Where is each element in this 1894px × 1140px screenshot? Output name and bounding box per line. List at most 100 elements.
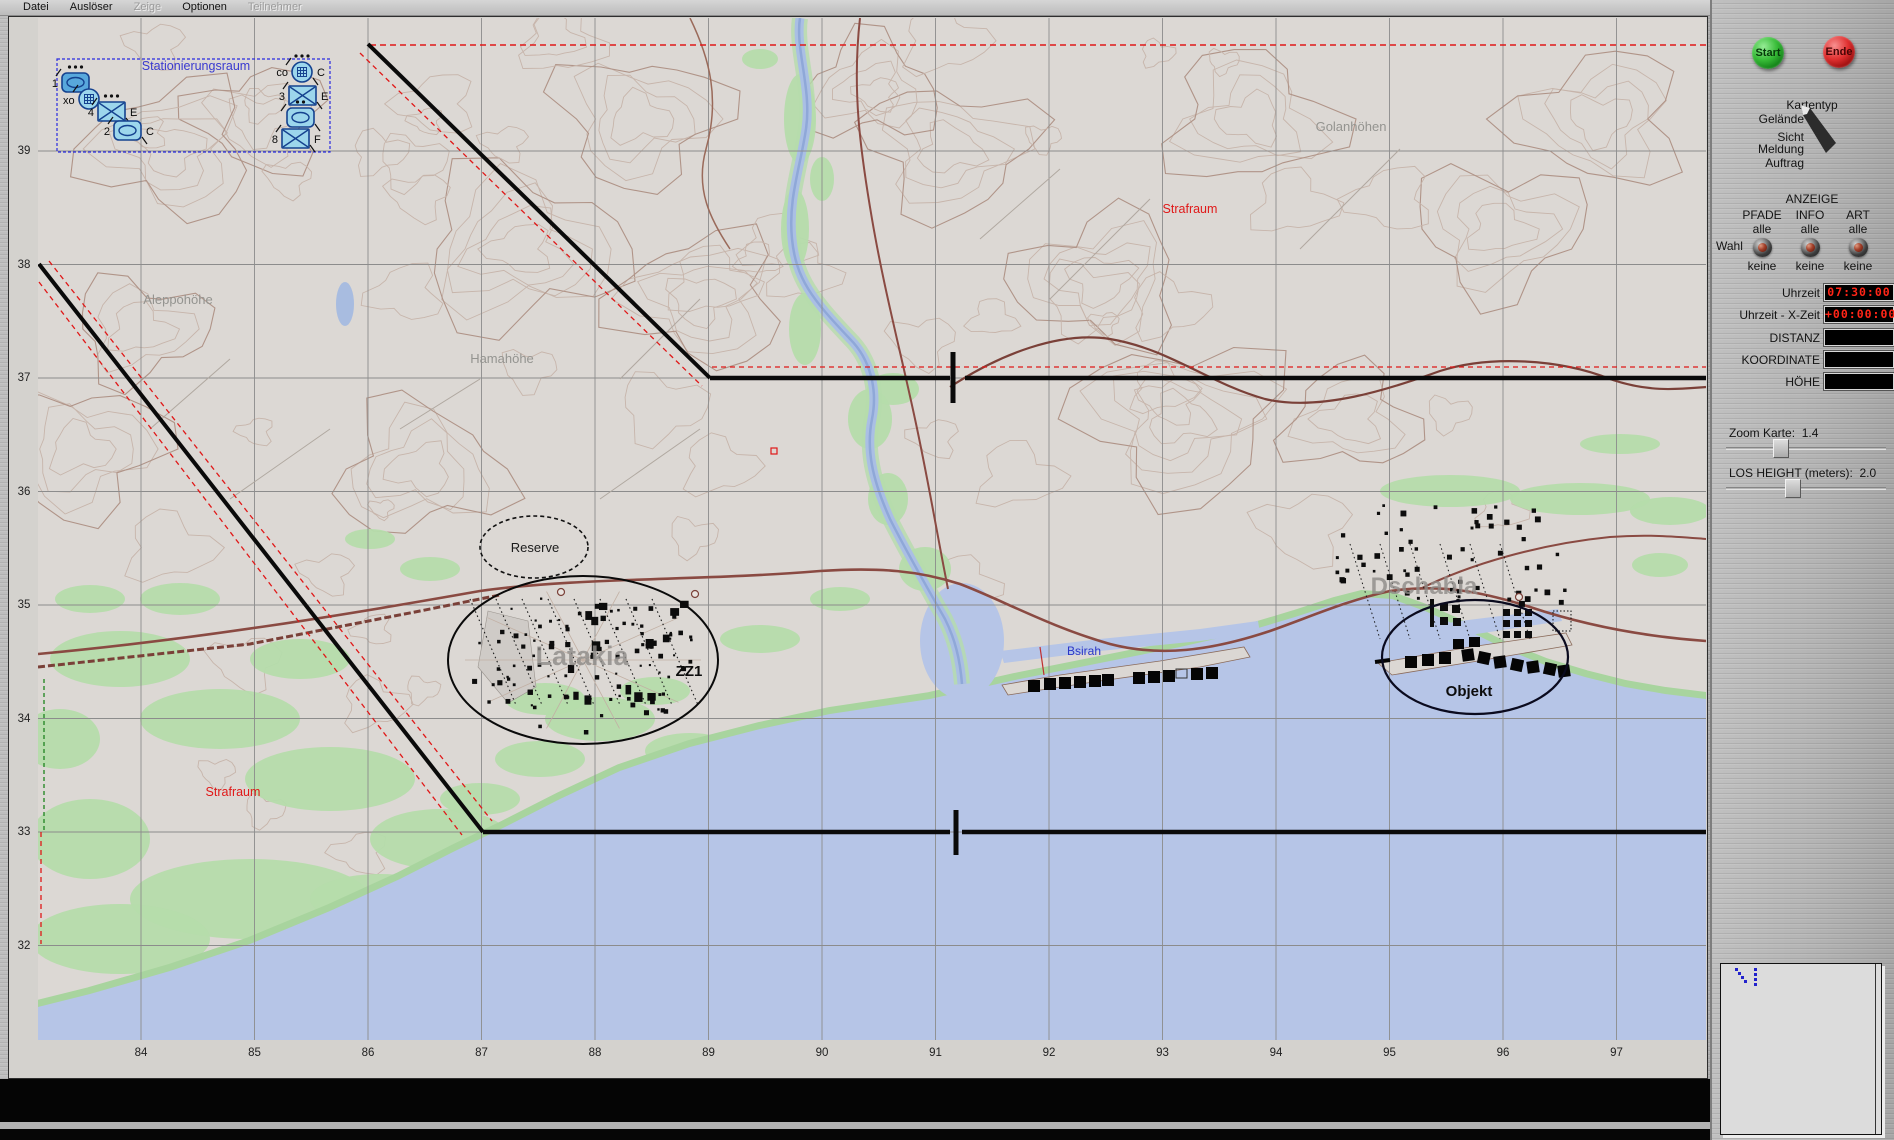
x-axis: 84 85 86 87 88 89 90 91 92 93 94 95 96 97 <box>9 1040 1707 1078</box>
minimap-unit-dot <box>1738 972 1741 975</box>
distanz-label: DISTANZ <box>1769 331 1820 345</box>
hamahoehe-label: Hamahöhe <box>470 351 534 366</box>
kartentyp-option-gelaende[interactable]: Gelände <box>1714 112 1804 126</box>
svg-text:3: 3 <box>279 91 285 103</box>
x-axis-label: 90 <box>815 1047 829 1059</box>
svg-text:co: co <box>276 67 288 79</box>
info-keine-label: keine <box>1795 259 1825 273</box>
aleppohoehe-label: Aleppohöhe <box>143 292 212 307</box>
objekt-label: Objekt <box>1446 683 1493 700</box>
x-axis-label: 86 <box>361 1047 375 1059</box>
pen-cursor-icon <box>1801 105 1836 153</box>
info-knob[interactable] <box>1800 238 1820 257</box>
x-axis-label: 95 <box>1383 1047 1396 1059</box>
reserve-label: Reserve <box>511 540 559 555</box>
bsirah-label: Bsirah <box>1067 644 1101 658</box>
x-axis-label: 94 <box>1269 1047 1283 1059</box>
minimap-unit-dot <box>1741 976 1744 979</box>
anzeige-title: ANZEIGE <box>1785 192 1839 206</box>
golanhoehen-label: Golanhöhen <box>1316 119 1387 134</box>
bottom-edge-bar <box>0 1129 1894 1140</box>
x-axis-label: 84 <box>134 1047 148 1059</box>
svg-text:8: 8 <box>272 134 278 146</box>
y-axis-label: 38 <box>17 258 31 271</box>
overview-minimap[interactable] <box>1720 963 1882 1135</box>
map-panel: 39 38 37 36 35 34 33 32 84 85 86 87 88 89 90 91 92 93 94 9… <box>0 2 1710 1079</box>
koordinate-label: KOORDINATE <box>1741 353 1820 367</box>
stationierungsraum-label: Stationierungsraum <box>142 59 250 73</box>
x-axis-label: 96 <box>1496 1047 1510 1059</box>
info-header: INFO <box>1795 208 1825 222</box>
art-keine-label: keine <box>1843 259 1873 273</box>
start-button[interactable]: Start <box>1752 37 1784 69</box>
hoehe-display <box>1823 372 1894 391</box>
kartentyp-option-auftrag[interactable]: Auftrag <box>1714 156 1804 170</box>
los-height-label: LOS HEIGHT (meters): 2.0 <box>1729 466 1877 480</box>
minimap-unit-dot <box>1754 978 1757 981</box>
xzeit-display: +00:00:00 <box>1823 305 1894 324</box>
menu-ausloeser[interactable]: Auslöser <box>61 0 122 15</box>
y-axis-label: 35 <box>17 599 31 611</box>
x-axis-label: 89 <box>702 1047 715 1059</box>
svg-text:4: 4 <box>88 107 94 119</box>
x-axis-label: 87 <box>475 1047 488 1059</box>
svg-text:E: E <box>321 91 328 103</box>
zoom-karte-slider[interactable] <box>1726 439 1886 458</box>
minimap-divider <box>1875 964 1876 1134</box>
pfade-knob[interactable] <box>1752 238 1772 257</box>
los-height-slider[interactable] <box>1726 479 1886 498</box>
minimap-unit-dot <box>1754 973 1757 976</box>
dschabla-label: Dschabla <box>1371 573 1478 600</box>
minimap-unit-dot <box>1735 968 1738 971</box>
y-axis: 39 38 37 36 35 34 33 32 <box>9 17 38 1078</box>
pfade-alle-label: alle <box>1752 222 1772 236</box>
control-panel: Start Ende Kartentyp Gelände Sicht Meldu… <box>1710 0 1894 1140</box>
x-axis-label: 91 <box>929 1047 942 1059</box>
los-height-handle[interactable] <box>1784 479 1801 498</box>
latakia-label: Latakia <box>535 641 629 671</box>
strafraum-top-label: Strafraum <box>1163 202 1218 216</box>
x-axis-label: 85 <box>248 1047 261 1059</box>
x-axis-label: 88 <box>588 1047 602 1059</box>
svg-text:C: C <box>317 67 325 79</box>
y-axis-label: 33 <box>17 826 31 838</box>
xzeit-label: Uhrzeit - X-Zeit <box>1739 308 1820 322</box>
minimap-unit-dot <box>1754 968 1757 971</box>
minimap-unit-dot <box>1744 980 1747 983</box>
map-canvas[interactable]: 1 xo 4 E 2 Cco C 3 E 8 F Stationierungsraum Golanhöh… <box>0 2 1710 1040</box>
koordinate-display <box>1823 350 1894 369</box>
y-axis-label: 36 <box>17 485 31 498</box>
svg-text:1: 1 <box>52 78 58 90</box>
menu-zeige: Zeige <box>133 1 162 13</box>
zoom-karte-handle[interactable] <box>1773 439 1790 458</box>
strafraum-left-label: Strafraum <box>206 785 261 799</box>
art-alle-label: alle <box>1848 222 1868 236</box>
art-header: ART <box>1846 208 1870 222</box>
y-axis-label: 37 <box>17 372 31 384</box>
art-knob[interactable] <box>1848 238 1868 257</box>
hoehe-label: HÖHE <box>1785 375 1820 389</box>
ende-button[interactable]: Ende <box>1823 36 1855 68</box>
svg-text:F: F <box>314 134 321 146</box>
bottom-gray-strip <box>0 1122 1710 1129</box>
menu-optionen[interactable]: Optionen <box>173 0 236 15</box>
svg-text:2: 2 <box>104 126 110 138</box>
distanz-display <box>1823 328 1894 347</box>
menu-datei[interactable]: Datei <box>14 0 58 15</box>
y-axis-label: 34 <box>17 712 31 725</box>
svg-text:E: E <box>130 107 137 119</box>
x-axis-label: 97 <box>1610 1047 1623 1059</box>
info-alle-label: alle <box>1800 222 1820 236</box>
x-axis-label: 92 <box>1042 1047 1056 1059</box>
zz1-label: ZZ1 <box>676 663 703 680</box>
uhrzeit-display: 07:30:00 <box>1823 283 1894 302</box>
y-axis-label: 39 <box>17 145 31 157</box>
menu-bar: Datei Auslöser Zeige Optionen Teilnehmer <box>0 0 1894 16</box>
pfade-keine-label: keine <box>1747 259 1777 273</box>
zoom-karte-label: Zoom Karte: 1.4 <box>1729 426 1819 440</box>
kartentyp-option-meldung[interactable]: Meldung <box>1714 142 1804 156</box>
svg-text:C: C <box>146 126 154 138</box>
svg-text:xo: xo <box>63 95 75 107</box>
pfade-header: PFADE <box>1742 208 1782 222</box>
bottom-black-bar <box>0 1079 1710 1122</box>
